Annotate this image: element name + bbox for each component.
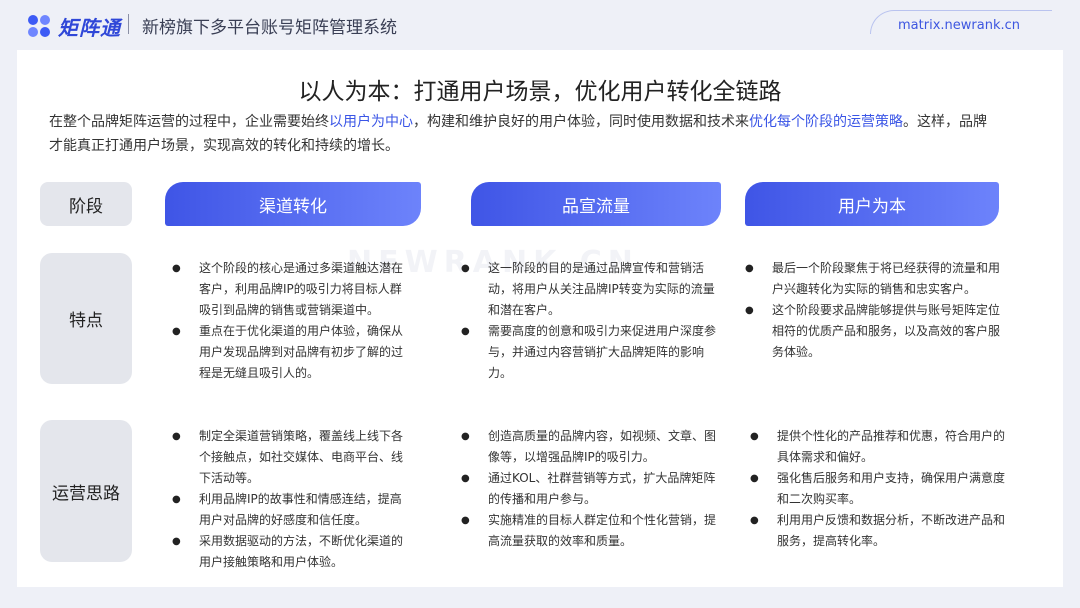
intro-highlight-1: 以用户为中心 [329, 114, 413, 130]
cell-ops-user-first: 提供个性化的产品推荐和优惠，符合用户的具体需求和偏好。 强化售后服务和用户支持，… [750, 426, 1010, 552]
bullet-item: 制定全渠道营销策略，覆盖线上线下各个接触点，如社交媒体、电商平台、线下活动等。 [172, 426, 412, 489]
intro-paragraph: 在整个品牌矩阵运营的过程中，企业需要始终以用户为中心，构建和维护良好的用户体验，… [49, 110, 999, 158]
bullet-item: 采用数据驱动的方法，不断优化渠道的用户接触策略和用户体验。 [172, 531, 412, 573]
bullet-item: 需要高度的创意和吸引力来促进用户深度参与，并通过内容营销扩大品牌矩阵的影响力。 [461, 321, 726, 384]
bullet-item: 利用品牌IP的故事性和情感连结，提高用户对品牌的好感度和信任度。 [172, 489, 412, 531]
cell-ops-channel: 制定全渠道营销策略，覆盖线上线下各个接触点，如社交媒体、电商平台、线下活动等。 … [172, 426, 412, 573]
bullet-item: 利用用户反馈和数据分析，不断改进产品和服务，提高转化率。 [750, 510, 1010, 552]
bullet-item: 提供个性化的产品推荐和优惠，符合用户的具体需求和偏好。 [750, 426, 1010, 468]
brand-logo[interactable]: 矩阵通 [28, 12, 121, 41]
content-card: NEWRANK.CN 以人为本：打通用户场景，优化用户转化全链路 在整个品牌矩阵… [17, 50, 1063, 587]
bullet-item: 通过KOL、社群营销等方式，扩大品牌矩阵的传播和用户参与。 [461, 468, 726, 510]
row-label-features: 特点 [40, 253, 132, 384]
top-bar: 矩阵通 新榜旗下多平台账号矩阵管理系统 matrix.newrank.cn [0, 0, 1080, 48]
stage-header: 阶段 [40, 182, 132, 226]
cell-features-brand-traffic: 这一阶段的目的是通过品牌宣传和营销活动，将用户从关注品牌IP转变为实际的流量和潜… [461, 258, 726, 384]
logo-text: 矩阵通 [58, 16, 121, 40]
bullet-item: 这个阶段要求品牌能够提供与账号矩阵定位相符的优质产品和服务，以及高效的客户服务体… [745, 300, 1007, 363]
bullet-item: 这一阶段的目的是通过品牌宣传和营销活动，将用户从关注品牌IP转变为实际的流量和潜… [461, 258, 726, 321]
bullet-item: 创造高质量的品牌内容，如视频、文章、图像等，以增强品牌IP的吸引力。 [461, 426, 726, 468]
row-label-operations: 运营思路 [40, 420, 132, 562]
site-link[interactable]: matrix.newrank.cn [898, 18, 1020, 33]
bullet-item: 最后一个阶段聚焦于将已经获得的流量和用户兴趣转化为实际的销售和忠实客户。 [745, 258, 1007, 300]
intro-highlight-2: 优化每个阶段的运营策略 [749, 114, 903, 130]
intro-text-1: 在整个品牌矩阵运营的过程中，企业需要始终 [49, 114, 329, 130]
header-subtitle: 新榜旗下多平台账号矩阵管理系统 [142, 18, 397, 38]
bullet-item: 强化售后服务和用户支持，确保用户满意度和二次购买率。 [750, 468, 1010, 510]
bullet-item: 实施精准的目标人群定位和个性化营销，提高流量获取的效率和质量。 [461, 510, 726, 552]
cell-features-channel: 这个阶段的核心是通过多渠道触达潜在客户，利用品牌IP的吸引力将目标人群吸引到品牌… [172, 258, 412, 384]
page-title: 以人为本：打通用户场景，优化用户转化全链路 [298, 79, 782, 105]
column-header-user-first: 用户为本 [745, 182, 999, 226]
cell-features-user-first: 最后一个阶段聚焦于将已经获得的流量和用户兴趣转化为实际的销售和忠实客户。 这个阶… [745, 258, 1007, 363]
bullet-item: 重点在于优化渠道的用户体验，确保从用户发现品牌到对品牌有初步了解的过程是无缝且吸… [172, 321, 412, 384]
bullet-item: 这个阶段的核心是通过多渠道触达潜在客户，利用品牌IP的吸引力将目标人群吸引到品牌… [172, 258, 412, 321]
intro-text-2: ，构建和维护良好的用户体验，同时使用数据和技术来 [413, 114, 749, 130]
column-header-channel: 渠道转化 [165, 182, 421, 226]
header-divider [128, 14, 129, 34]
column-header-brand-traffic: 品宣流量 [471, 182, 721, 226]
logo-mark-icon [28, 14, 52, 39]
cell-ops-brand-traffic: 创造高质量的品牌内容，如视频、文章、图像等，以增强品牌IP的吸引力。 通过KOL… [461, 426, 726, 552]
